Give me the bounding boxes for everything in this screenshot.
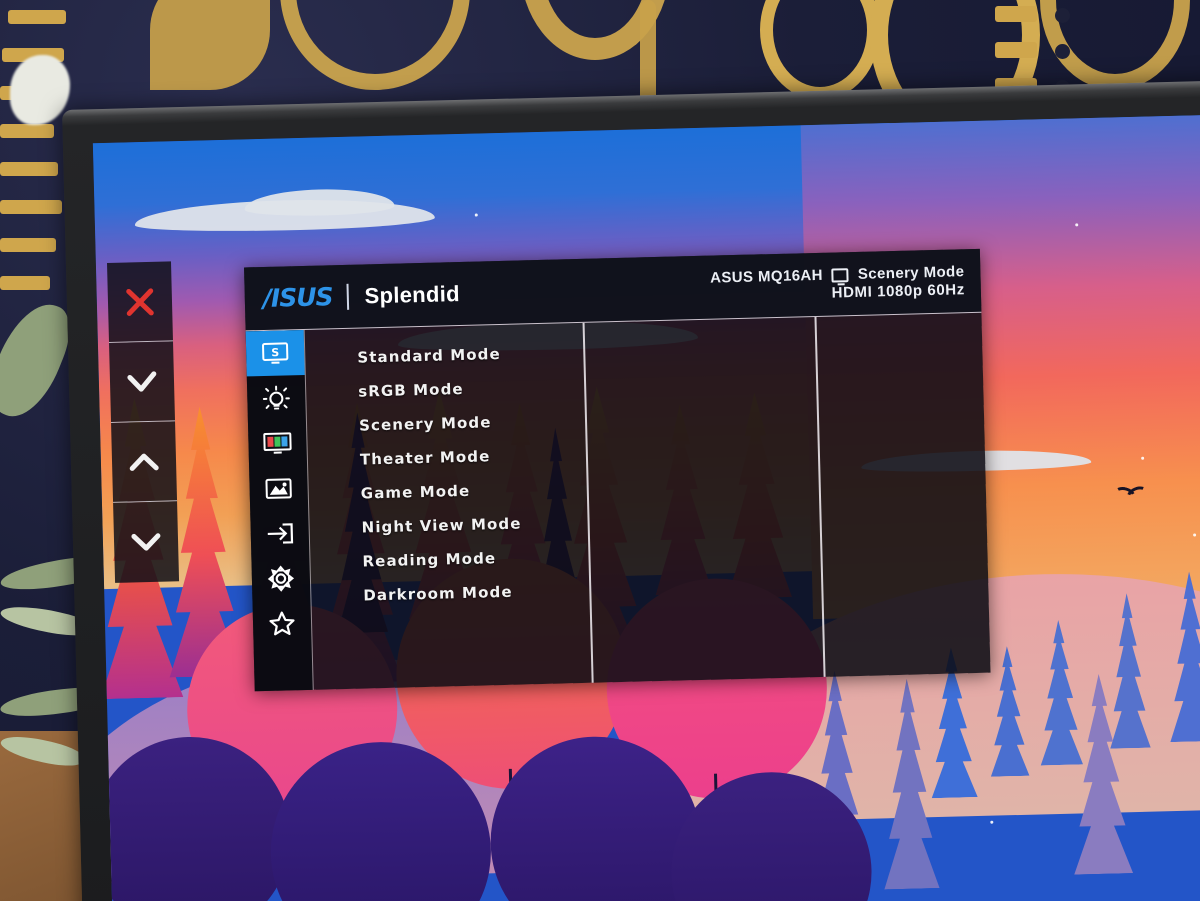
- monitor-screen: /ISUS Splendid ASUS MQ16AH Scenery Mode …: [92, 114, 1200, 901]
- osd-title: Splendid: [364, 280, 461, 308]
- picture-icon: [264, 476, 293, 501]
- asus-logo: /ISUS: [262, 282, 333, 313]
- menu-item-label: sRGB Mode: [357, 379, 464, 401]
- monitor: /ISUS Splendid ASUS MQ16AH Scenery Mode …: [62, 80, 1200, 901]
- osd-menu: /ISUS Splendid ASUS MQ16AH Scenery Mode …: [244, 248, 991, 692]
- rail-item-eye-care[interactable]: [247, 375, 306, 421]
- lightbulb-icon: [262, 384, 291, 413]
- osd-icon-rail: S: [245, 329, 313, 692]
- monitor-model: ASUS MQ16AH: [709, 266, 824, 287]
- menu-item-label: Night View Mode: [361, 514, 522, 537]
- osd-control-strip: [107, 261, 180, 583]
- down-button[interactable]: [113, 501, 180, 583]
- menu-item-label: Game Mode: [360, 481, 471, 503]
- rail-item-splendid[interactable]: S: [245, 329, 305, 377]
- up-button[interactable]: [111, 421, 178, 503]
- rail-item-image[interactable]: [249, 465, 308, 511]
- menu-item-label: Reading Mode: [362, 549, 497, 571]
- menu-item-label: Scenery Mode: [358, 413, 492, 435]
- check-icon: [124, 366, 161, 397]
- osd-menu-list: Standard Mode sRGB Mode Scenery Mode The…: [303, 312, 991, 690]
- chevron-up-icon: [126, 448, 163, 475]
- star-icon: [268, 609, 297, 638]
- confirm-button[interactable]: [109, 341, 176, 423]
- close-x-icon: [123, 284, 158, 319]
- bird: [1112, 487, 1146, 504]
- monitor-icon: [831, 267, 850, 283]
- input-arrow-icon: [264, 521, 295, 546]
- menu-item-label: Darkroom Mode: [363, 582, 513, 605]
- gear-icon: [267, 564, 296, 593]
- osd-body: S Standard Mode sRGB Mode Scenery Mode T…: [245, 312, 991, 692]
- splendid-monitor-icon: S: [261, 341, 290, 366]
- rail-item-color[interactable]: [248, 420, 307, 466]
- rail-item-system-setup[interactable]: [251, 555, 310, 601]
- close-button[interactable]: [107, 261, 174, 343]
- menu-item-label: Standard Mode: [357, 344, 501, 367]
- rail-item-shortcut[interactable]: [252, 600, 311, 646]
- svg-text:S: S: [271, 346, 279, 359]
- rail-item-input-select[interactable]: [250, 510, 309, 556]
- color-bars-monitor-icon: [262, 431, 293, 456]
- current-mode: Scenery Mode: [857, 263, 965, 283]
- menu-item-label: Theater Mode: [359, 447, 491, 469]
- osd-status: ASUS MQ16AH Scenery Mode HDMI 1080p 60Hz: [710, 263, 965, 304]
- header-divider: [346, 283, 349, 310]
- chevron-down-icon: [128, 529, 165, 556]
